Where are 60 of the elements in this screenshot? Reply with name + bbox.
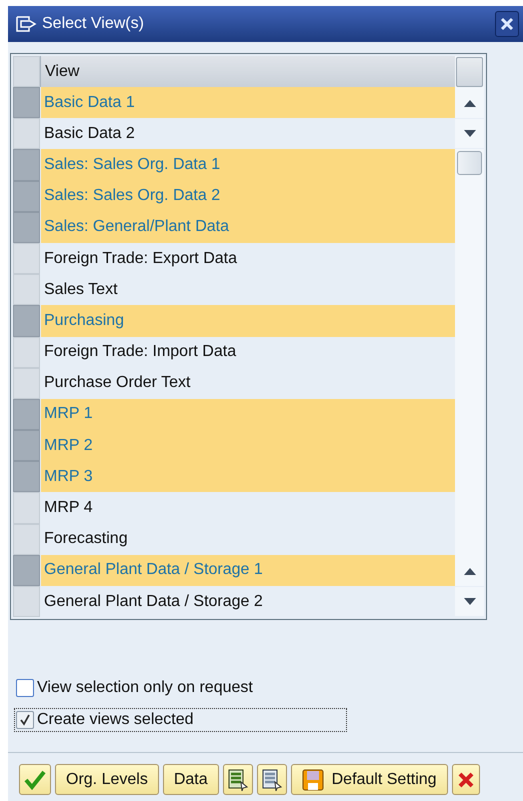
scrollbar-thumb[interactable] bbox=[457, 151, 482, 175]
checkbox[interactable] bbox=[16, 711, 34, 730]
table-cell[interactable]: MRP 1 bbox=[41, 398, 455, 430]
table-cell[interactable]: Sales Text bbox=[41, 274, 455, 306]
checkbox-label: Create views selected bbox=[37, 711, 194, 730]
list-pointer-icon bbox=[262, 768, 282, 790]
table-cell[interactable]: MRP 3 bbox=[41, 461, 455, 492]
window-icon bbox=[16, 16, 38, 32]
toolbar-button[interactable]: Data bbox=[162, 764, 219, 795]
table-cell[interactable]: Basic Data 2 bbox=[41, 118, 455, 150]
close-icon bbox=[500, 17, 514, 31]
row-selector[interactable] bbox=[13, 524, 40, 555]
toolbar-button[interactable]: Org. Levels bbox=[55, 764, 159, 795]
row-selector[interactable] bbox=[13, 492, 40, 524]
checkmark-icon bbox=[19, 714, 31, 726]
default-setting-button[interactable]: Default Setting bbox=[290, 764, 448, 795]
table-cell[interactable]: Foreign Trade: Import Data bbox=[41, 336, 455, 368]
table-cell[interactable]: Sales: Sales Org. Data 1 bbox=[41, 149, 455, 181]
list-export-button[interactable] bbox=[222, 764, 253, 795]
row-selector[interactable] bbox=[13, 368, 40, 399]
list-import-button[interactable] bbox=[256, 764, 287, 795]
table-cell[interactable]: Purchase Order Text bbox=[41, 368, 455, 399]
select-all-button[interactable] bbox=[13, 56, 40, 87]
row-selector[interactable] bbox=[13, 305, 40, 336]
row-selector[interactable] bbox=[13, 554, 40, 586]
checkbox-label: View selection only on request bbox=[37, 679, 253, 698]
row-selector[interactable] bbox=[13, 118, 40, 150]
table-cell[interactable]: MRP 2 bbox=[41, 430, 455, 462]
confirm-button[interactable] bbox=[19, 764, 51, 795]
row-selector[interactable] bbox=[13, 586, 40, 618]
list-pointer-icon bbox=[228, 768, 248, 790]
table-cell[interactable]: Foreign Trade: Export Data bbox=[41, 242, 455, 274]
row-selector[interactable] bbox=[13, 430, 40, 462]
table-cell[interactable]: Purchasing bbox=[41, 305, 455, 336]
row-selector[interactable] bbox=[13, 274, 40, 306]
row-selector[interactable] bbox=[13, 242, 40, 274]
down-arrow-icon bbox=[464, 130, 476, 137]
cancel-button[interactable] bbox=[452, 764, 480, 795]
table-cell[interactable]: Sales: General/Plant Data bbox=[41, 212, 455, 243]
close-button[interactable] bbox=[495, 11, 519, 37]
cross-icon bbox=[456, 770, 475, 788]
up-arrow-icon bbox=[464, 100, 476, 107]
table-cell[interactable]: Basic Data 1 bbox=[41, 87, 455, 118]
row-selector[interactable] bbox=[13, 87, 40, 118]
row-selector[interactable] bbox=[13, 149, 40, 181]
up-arrow-icon bbox=[464, 568, 476, 576]
row-selector[interactable] bbox=[13, 336, 40, 368]
checkmark-icon bbox=[24, 770, 46, 790]
table-cell[interactable]: General Plant Data / Storage 1 bbox=[41, 554, 455, 586]
window-title: Select View(s) bbox=[42, 15, 145, 33]
table-cell[interactable]: Sales: Sales Org. Data 2 bbox=[41, 180, 455, 212]
table-cell[interactable]: MRP 4 bbox=[41, 492, 455, 524]
checkbox[interactable] bbox=[16, 679, 34, 698]
row-selector[interactable] bbox=[13, 398, 40, 430]
row-selector[interactable] bbox=[13, 461, 40, 492]
row-selector[interactable] bbox=[13, 212, 40, 243]
table-cell[interactable]: General Plant Data / Storage 2 bbox=[41, 586, 455, 618]
row-selector[interactable] bbox=[13, 180, 40, 212]
table-cell[interactable]: Forecasting bbox=[41, 524, 455, 555]
down-arrow-icon bbox=[464, 598, 476, 606]
